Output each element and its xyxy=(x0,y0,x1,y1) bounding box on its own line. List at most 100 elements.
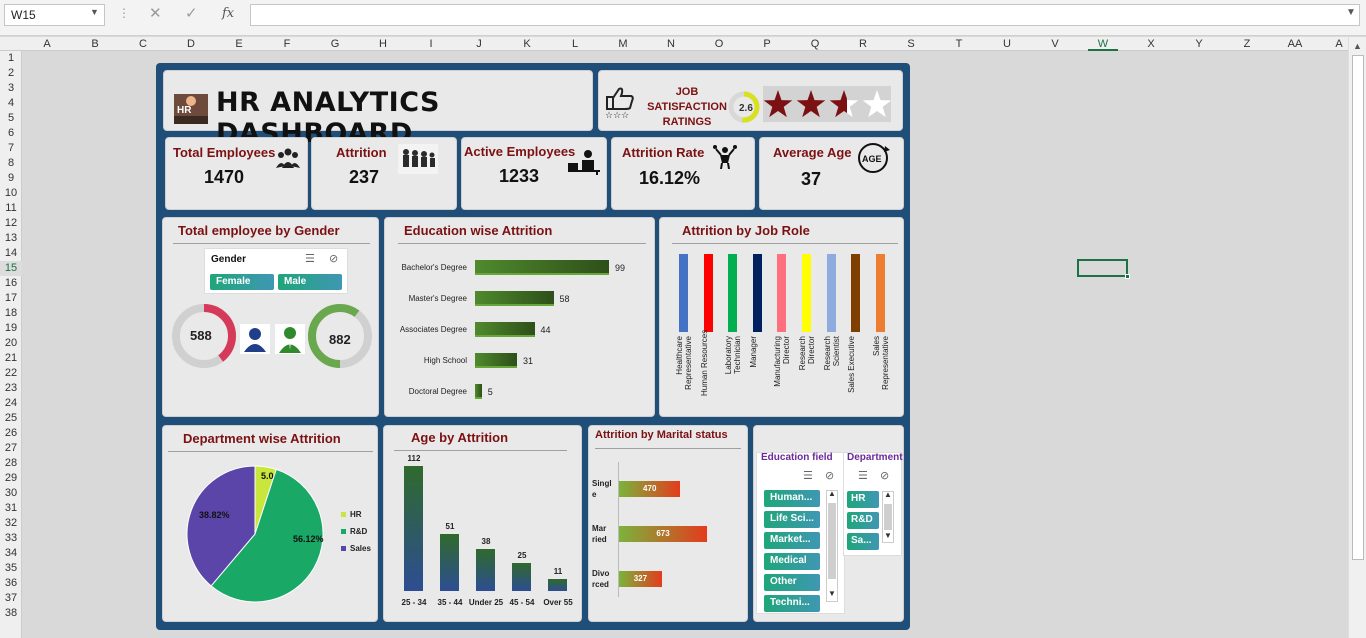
slicer-option[interactable]: Market... xyxy=(764,532,820,549)
row-header-24[interactable]: 24 xyxy=(0,396,22,411)
column-header-d[interactable]: D xyxy=(176,37,206,51)
department-slicer[interactable]: Department ☰ ⊘ HR R&D Sa... ▲ ▼ xyxy=(843,452,903,556)
scroll-down-icon[interactable]: ▼ xyxy=(884,531,892,540)
enter-icon[interactable]: ✓ xyxy=(185,4,198,22)
selected-cell[interactable] xyxy=(1077,259,1130,279)
scroll-thumb[interactable] xyxy=(884,504,892,530)
row-header-2[interactable]: 2 xyxy=(0,66,22,81)
scroll-up-icon[interactable]: ▲ xyxy=(828,489,836,498)
slicer-option[interactable]: R&D xyxy=(847,512,879,529)
row-header-6[interactable]: 6 xyxy=(0,126,22,141)
row-header-10[interactable]: 10 xyxy=(0,186,22,201)
row-header-38[interactable]: 38 xyxy=(0,606,22,621)
row-header-31[interactable]: 31 xyxy=(0,501,22,516)
row-header-16[interactable]: 16 xyxy=(0,276,22,291)
row-header-35[interactable]: 35 xyxy=(0,561,22,576)
column-header-h[interactable]: H xyxy=(368,37,398,51)
row-header-15[interactable]: 15 xyxy=(0,261,22,276)
slicer-option[interactable]: HR xyxy=(847,491,879,508)
insert-function-button[interactable]: fx xyxy=(222,6,234,21)
column-header-u[interactable]: U xyxy=(992,37,1022,51)
multi-select-icon[interactable]: ☰ xyxy=(803,469,813,482)
row-header-9[interactable]: 9 xyxy=(0,171,22,186)
row-header-22[interactable]: 22 xyxy=(0,366,22,381)
slicer-option-female[interactable]: Female xyxy=(210,274,274,290)
clear-filter-icon[interactable]: ⊘ xyxy=(880,469,889,482)
column-header-p[interactable]: P xyxy=(752,37,782,51)
scroll-thumb[interactable] xyxy=(828,503,836,579)
column-header-y[interactable]: Y xyxy=(1184,37,1214,51)
row-header-20[interactable]: 20 xyxy=(0,336,22,351)
column-header-g[interactable]: G xyxy=(320,37,350,51)
slicer-scrollbar[interactable]: ▲ ▼ xyxy=(826,489,838,602)
column-header-aa[interactable]: AA xyxy=(1280,37,1310,51)
row-header-1[interactable]: 1 xyxy=(0,51,22,66)
row-header-30[interactable]: 30 xyxy=(0,486,22,501)
row-header-37[interactable]: 37 xyxy=(0,591,22,606)
gender-slicer[interactable]: Gender ☰ ⊘ Female Male xyxy=(204,248,348,294)
clear-filter-icon[interactable]: ⊘ xyxy=(329,252,338,265)
scroll-thumb[interactable] xyxy=(1352,55,1364,560)
column-header-w[interactable]: W xyxy=(1088,37,1118,51)
row-header-32[interactable]: 32 xyxy=(0,516,22,531)
column-header-z[interactable]: Z xyxy=(1232,37,1262,51)
slicer-option[interactable]: Sa... xyxy=(847,533,879,550)
slicer-scrollbar[interactable]: ▲ ▼ xyxy=(882,490,894,543)
scroll-up-icon[interactable]: ▲ xyxy=(884,490,892,499)
column-header-t[interactable]: T xyxy=(944,37,974,51)
row-header-18[interactable]: 18 xyxy=(0,306,22,321)
row-header-25[interactable]: 25 xyxy=(0,411,22,426)
column-header-o[interactable]: O xyxy=(704,37,734,51)
row-header-7[interactable]: 7 xyxy=(0,141,22,156)
clear-filter-icon[interactable]: ⊘ xyxy=(825,469,834,482)
column-header-i[interactable]: I xyxy=(416,37,446,51)
row-header-17[interactable]: 17 xyxy=(0,291,22,306)
cancel-icon[interactable]: ✕ xyxy=(149,4,162,22)
row-header-8[interactable]: 8 xyxy=(0,156,22,171)
fill-handle[interactable] xyxy=(1125,274,1130,279)
row-header-3[interactable]: 3 xyxy=(0,81,22,96)
column-header-q[interactable]: Q xyxy=(800,37,830,51)
vertical-scrollbar[interactable]: ▲ xyxy=(1348,37,1366,638)
column-header-j[interactable]: J xyxy=(464,37,494,51)
column-header-a[interactable]: A xyxy=(32,37,62,51)
column-header-v[interactable]: V xyxy=(1040,37,1070,51)
row-header-12[interactable]: 12 xyxy=(0,216,22,231)
row-header-36[interactable]: 36 xyxy=(0,576,22,591)
row-header-33[interactable]: 33 xyxy=(0,531,22,546)
row-header-4[interactable]: 4 xyxy=(0,96,22,111)
row-header-28[interactable]: 28 xyxy=(0,456,22,471)
slicer-option[interactable]: Life Sci... xyxy=(764,511,820,528)
expand-formula-bar-icon[interactable]: ▼ xyxy=(1346,7,1356,18)
row-header-19[interactable]: 19 xyxy=(0,321,22,336)
multi-select-icon[interactable]: ☰ xyxy=(858,469,868,482)
column-header-n[interactable]: N xyxy=(656,37,686,51)
formula-input[interactable] xyxy=(250,4,1360,26)
column-header-x[interactable]: X xyxy=(1136,37,1166,51)
column-header-f[interactable]: F xyxy=(272,37,302,51)
column-header-b[interactable]: B xyxy=(80,37,110,51)
row-header-27[interactable]: 27 xyxy=(0,441,22,456)
column-header-e[interactable]: E xyxy=(224,37,254,51)
slicer-option[interactable]: Human... xyxy=(764,490,820,507)
slicer-option[interactable]: Medical xyxy=(764,553,820,570)
scroll-up-icon[interactable]: ▲ xyxy=(1353,41,1362,51)
row-header-34[interactable]: 34 xyxy=(0,546,22,561)
row-header-29[interactable]: 29 xyxy=(0,471,22,486)
scroll-down-icon[interactable]: ▼ xyxy=(828,589,836,598)
row-header-21[interactable]: 21 xyxy=(0,351,22,366)
slicer-option[interactable]: Techni... xyxy=(764,595,820,612)
education-field-slicer[interactable]: Education field ☰ ⊘ Human... Life Sci... M… xyxy=(756,452,845,614)
column-header-c[interactable]: C xyxy=(128,37,158,51)
row-header-14[interactable]: 14 xyxy=(0,246,22,261)
name-box-dropdown-icon[interactable]: ▼ xyxy=(90,7,99,17)
column-header-l[interactable]: L xyxy=(560,37,590,51)
slicer-option[interactable]: Other xyxy=(764,574,820,591)
row-header-11[interactable]: 11 xyxy=(0,201,22,216)
slicer-option-male[interactable]: Male xyxy=(278,274,342,290)
column-header-k[interactable]: K xyxy=(512,37,542,51)
row-header-26[interactable]: 26 xyxy=(0,426,22,441)
multi-select-icon[interactable]: ☰ xyxy=(305,252,315,265)
row-header-23[interactable]: 23 xyxy=(0,381,22,396)
column-header-r[interactable]: R xyxy=(848,37,878,51)
